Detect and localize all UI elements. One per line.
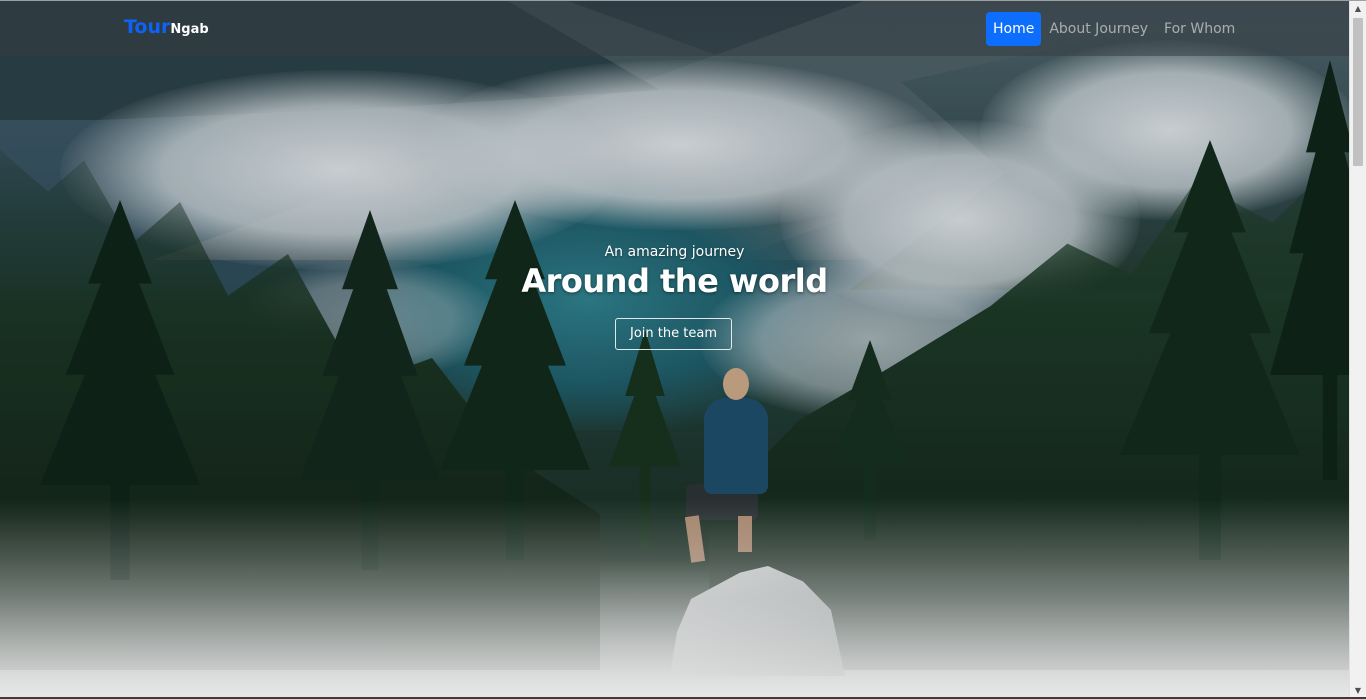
navbar: TourNgab Home About Journey For Whom <box>0 0 1349 56</box>
nav-links: Home About Journey For Whom <box>986 12 1243 46</box>
page-viewport: TourNgab Home About Journey For Whom An … <box>0 0 1349 699</box>
join-the-team-button[interactable]: Join the team <box>615 318 732 350</box>
hero-title: Around the world <box>521 262 828 300</box>
triangle-up-icon[interactable]: ▲ <box>1350 0 1366 17</box>
window-top-border <box>0 0 1366 1</box>
hero-bottom-fade <box>0 499 1349 699</box>
page-scrollbar[interactable]: ▲ ▼ <box>1349 0 1366 699</box>
brand-part-1: Tour <box>124 16 171 38</box>
nav-item-about-journey[interactable]: About Journey <box>1041 12 1156 46</box>
brand-logo[interactable]: TourNgab <box>124 16 209 38</box>
nav-item-home[interactable]: Home <box>986 12 1042 46</box>
nav-item-for-whom[interactable]: For Whom <box>1156 12 1243 46</box>
scrollbar-thumb[interactable] <box>1353 18 1363 166</box>
brand-part-2: Ngab <box>170 22 209 37</box>
hero-subtitle: An amazing journey <box>604 244 745 260</box>
